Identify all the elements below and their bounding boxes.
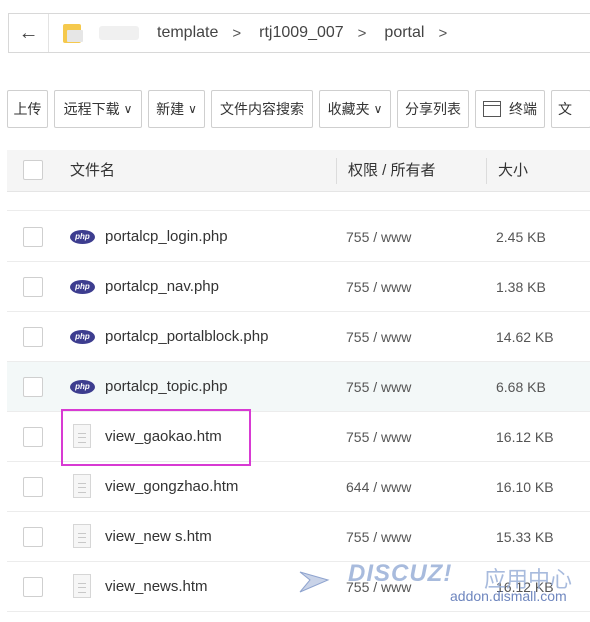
breadcrumb-separator: > [357,24,367,42]
file-name[interactable]: portalcp_login.php [105,212,228,262]
table-row[interactable]: php portalcp_portalblock.php 755 / www 1… [7,312,590,362]
upload-button[interactable]: 上传 [7,90,48,128]
breadcrumb: ← template > rtj1009_007 > portal > [8,13,590,53]
file-permission: 644 / www [346,479,412,495]
table-row[interactable]: php portalcp_login.php 755 / www 2.45 KB [7,212,590,262]
file-permission: 755 / www [346,229,412,245]
document-icon [73,474,91,498]
file-permission: 755 / www [346,579,412,595]
file-size: 1.38 KB [496,279,546,295]
file-size: 15.33 KB [496,529,554,545]
file-name[interactable]: portalcp_topic.php [105,362,228,412]
file-name[interactable]: view_news.htm [105,562,208,612]
file-name[interactable]: portalcp_portalblock.php [105,312,268,362]
file-name[interactable]: view_gongzhao.htm [105,462,238,512]
row-checkbox[interactable] [23,577,43,597]
breadcrumb-item-template[interactable]: template [157,24,218,42]
php-file-icon: php [70,330,95,344]
file-size: 16.10 KB [496,479,554,495]
favorites-button[interactable]: 收藏夹 ∨ [319,90,391,128]
file-size: 2.45 KB [496,229,546,245]
table-row[interactable]: php portalcp_nav.php 755 / www 1.38 KB [7,262,590,312]
column-header-name[interactable]: 文件名 [70,150,115,192]
file-permission: 755 / www [346,379,412,395]
folder-icon [63,23,83,43]
table-row-partial[interactable] [7,193,590,211]
row-checkbox[interactable] [23,477,43,497]
chevron-down-icon: ∨ [188,102,197,116]
breadcrumb-hidden-item[interactable] [99,26,139,40]
document-icon [73,574,91,598]
php-file-icon: php [70,280,95,294]
file-permission: 755 / www [346,529,412,545]
file-permission: 755 / www [346,429,412,445]
row-checkbox[interactable] [23,377,43,397]
column-header-permission[interactable]: 权限 / 所有者 [348,150,436,192]
row-checkbox[interactable] [23,227,43,247]
document-icon [73,524,91,548]
table-row[interactable]: view_news.htm 755 / www 16.12 KB [7,562,590,612]
row-checkbox[interactable] [23,527,43,547]
share-list-button[interactable]: 分享列表 [397,90,469,128]
file-name[interactable]: portalcp_nav.php [105,262,219,312]
file-permission: 755 / www [346,329,412,345]
breadcrumb-separator: > [438,24,448,42]
column-header-size[interactable]: 大小 [498,150,528,192]
more-button[interactable]: 文 [551,90,590,128]
annotation-highlight-box [61,409,251,466]
new-button[interactable]: 新建 ∨ [148,90,205,128]
file-size: 16.12 KB [496,429,554,445]
terminal-button[interactable]: 终端 [475,90,545,128]
content-search-button[interactable]: 文件内容搜索 [211,90,313,128]
breadcrumb-item-rtj1009[interactable]: rtj1009_007 [259,24,344,42]
chevron-down-icon: ∨ [373,102,383,116]
php-file-icon: php [70,380,95,394]
file-permission: 755 / www [346,279,412,295]
row-checkbox[interactable] [23,277,43,297]
arrow-left-icon: ← [18,21,39,44]
breadcrumb-separator: > [232,24,242,42]
column-divider [336,158,337,184]
file-size: 16.12 KB [496,579,554,595]
table-row[interactable]: view_new s.htm 755 / www 15.33 KB [7,512,590,562]
toolbar: 上传 远程下载 ∨ 新建 ∨ 文件内容搜索 收藏夹 ∨ 分享列表 终端 文 [7,90,590,128]
column-divider [486,158,487,184]
remote-download-button[interactable]: 远程下载 ∨ [54,90,142,128]
row-checkbox[interactable] [23,327,43,347]
table-row[interactable]: view_gongzhao.htm 644 / www 16.10 KB [7,462,590,512]
php-file-icon: php [70,230,95,244]
row-checkbox[interactable] [23,427,43,447]
back-button[interactable]: ← [9,14,49,52]
chevron-down-icon: ∨ [123,102,133,116]
breadcrumb-item-portal[interactable]: portal [384,24,424,42]
file-size: 14.62 KB [496,329,554,345]
select-all-checkbox[interactable] [23,160,43,180]
file-name[interactable]: view_new s.htm [105,512,212,562]
file-size: 6.68 KB [496,379,546,395]
table-header: 文件名 权限 / 所有者 大小 [7,150,590,192]
terminal-icon [483,101,501,117]
table-row-hovered[interactable]: php portalcp_topic.php 755 / www 6.68 KB [7,362,590,412]
file-list: php portalcp_login.php 755 / www 2.45 KB… [7,193,590,622]
